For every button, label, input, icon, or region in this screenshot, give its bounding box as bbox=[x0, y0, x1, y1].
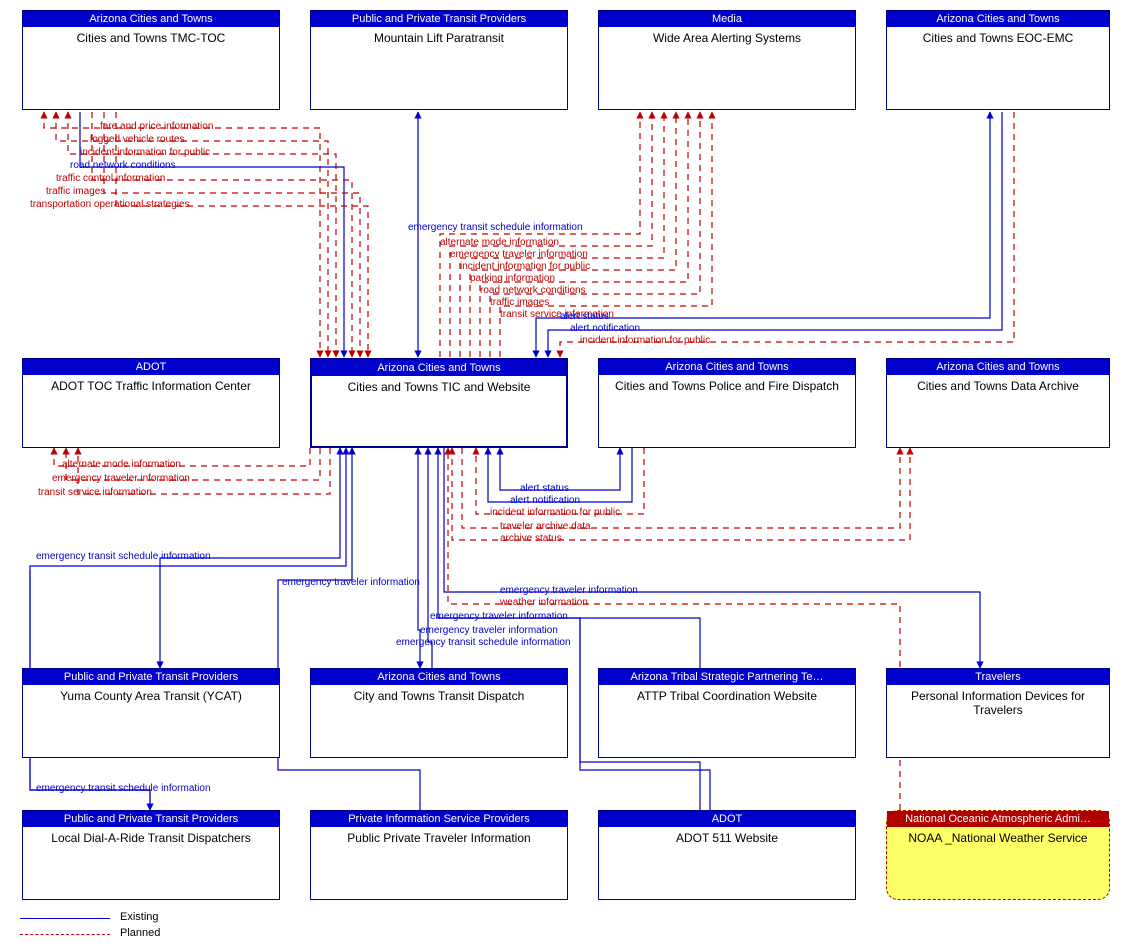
box-header: Media bbox=[599, 11, 855, 27]
box-dial-a-ride[interactable]: Public and Private Transit Providers Loc… bbox=[22, 810, 280, 900]
box-body: Cities and Towns Police and Fire Dispatc… bbox=[599, 375, 855, 393]
box-body: Local Dial-A-Ride Transit Dispatchers bbox=[23, 827, 279, 845]
box-adot-511[interactable]: ADOT ADOT 511 Website bbox=[598, 810, 856, 900]
flow-label: incident information for public bbox=[580, 335, 710, 346]
box-body: City and Towns Transit Dispatch bbox=[311, 685, 567, 703]
box-body: ADOT 511 Website bbox=[599, 827, 855, 845]
box-header: Travelers bbox=[887, 669, 1109, 685]
box-header: Arizona Cities and Towns bbox=[887, 11, 1109, 27]
box-pidt[interactable]: Travelers Personal Information Devices f… bbox=[886, 668, 1110, 758]
flow-label: emergency transit schedule information bbox=[36, 551, 211, 562]
flow-label: alert status bbox=[560, 311, 609, 322]
flow-label: emergency traveler information bbox=[52, 473, 190, 484]
flow-label: emergency transit schedule information bbox=[408, 222, 583, 233]
box-header: Public and Private Transit Providers bbox=[311, 11, 567, 27]
box-adot-toc[interactable]: ADOT ADOT TOC Traffic Information Center bbox=[22, 358, 280, 448]
legend-label-planned: Planned bbox=[120, 927, 160, 939]
box-tmc-toc[interactable]: Arizona Cities and Towns Cities and Town… bbox=[22, 10, 280, 110]
box-body: Cities and Towns Data Archive bbox=[887, 375, 1109, 393]
box-header: Arizona Cities and Towns bbox=[23, 11, 279, 27]
flow-label: incident information for public bbox=[460, 261, 590, 272]
box-private-info[interactable]: Private Information Service Providers Pu… bbox=[310, 810, 568, 900]
box-mountain-lift[interactable]: Public and Private Transit Providers Mou… bbox=[310, 10, 568, 110]
diagram-canvas: Arizona Cities and Towns Cities and Town… bbox=[0, 0, 1124, 950]
box-header: Public and Private Transit Providers bbox=[23, 811, 279, 827]
box-body: NOAA _National Weather Service bbox=[887, 827, 1109, 845]
box-header: ADOT bbox=[23, 359, 279, 375]
box-body: Cities and Towns TMC-TOC bbox=[23, 27, 279, 45]
flow-label: traffic images bbox=[46, 186, 105, 197]
flow-label: transportation operational strategies bbox=[30, 199, 190, 210]
flow-label: emergency transit schedule information bbox=[396, 637, 571, 648]
box-header: Arizona Cities and Towns bbox=[312, 360, 566, 376]
box-header: ADOT bbox=[599, 811, 855, 827]
box-header: National Oceanic Atmospheric Admi… bbox=[887, 811, 1109, 827]
box-body: Yuma County Area Transit (YCAT) bbox=[23, 685, 279, 703]
box-body: Personal Information Devices for Travele… bbox=[887, 685, 1109, 717]
box-header: Public and Private Transit Providers bbox=[23, 669, 279, 685]
legend-line-existing bbox=[20, 918, 110, 919]
flow-label: parking information bbox=[470, 273, 555, 284]
flow-label: logged vehicle routes bbox=[90, 134, 185, 145]
legend-line-planned bbox=[20, 934, 110, 935]
box-body: Cities and Towns TIC and Website bbox=[312, 376, 566, 394]
flow-label: weather information bbox=[500, 597, 588, 608]
legend-label-existing: Existing bbox=[120, 911, 159, 923]
flow-label: emergency traveler information bbox=[450, 249, 588, 260]
flow-label: road network conditions bbox=[70, 160, 176, 171]
flow-label: alert notification bbox=[570, 323, 640, 334]
box-noaa[interactable]: National Oceanic Atmospheric Admi… NOAA … bbox=[886, 810, 1110, 900]
box-ycat[interactable]: Public and Private Transit Providers Yum… bbox=[22, 668, 280, 758]
box-body: ADOT TOC Traffic Information Center bbox=[23, 375, 279, 393]
flow-label: fare and price information bbox=[100, 121, 213, 132]
box-data-archive[interactable]: Arizona Cities and Towns Cities and Town… bbox=[886, 358, 1110, 448]
box-header: Arizona Cities and Towns bbox=[311, 669, 567, 685]
flow-label: alert notification bbox=[510, 495, 580, 506]
flow-label: archive status bbox=[500, 533, 562, 544]
box-city-transit-dispatch[interactable]: Arizona Cities and Towns City and Towns … bbox=[310, 668, 568, 758]
flow-label: emergency traveler information bbox=[420, 625, 558, 636]
box-center-tic-website[interactable]: Arizona Cities and Towns Cities and Town… bbox=[310, 358, 568, 448]
flow-label: alternate mode information bbox=[62, 459, 181, 470]
box-header: Private Information Service Providers bbox=[311, 811, 567, 827]
flow-label: alternate mode information bbox=[440, 237, 559, 248]
box-header: Arizona Tribal Strategic Partnering Te… bbox=[599, 669, 855, 685]
flow-label: emergency traveler information bbox=[500, 585, 638, 596]
box-body: Cities and Towns EOC-EMC bbox=[887, 27, 1109, 45]
flow-label: transit service information bbox=[38, 487, 152, 498]
box-police-fire[interactable]: Arizona Cities and Towns Cities and Town… bbox=[598, 358, 856, 448]
box-body: Public Private Traveler Information bbox=[311, 827, 567, 845]
flow-label: incident information for public bbox=[80, 147, 210, 158]
box-eoc-emc[interactable]: Arizona Cities and Towns Cities and Town… bbox=[886, 10, 1110, 110]
flow-label: traveler archive data bbox=[500, 521, 591, 532]
flow-label: emergency traveler information bbox=[430, 611, 568, 622]
box-body: Mountain Lift Paratransit bbox=[311, 27, 567, 45]
flow-label: traffic control information bbox=[56, 173, 165, 184]
box-body: ATTP Tribal Coordination Website bbox=[599, 685, 855, 703]
flow-label: emergency traveler information bbox=[282, 577, 420, 588]
flow-label: incident information for public bbox=[490, 507, 620, 518]
box-body: Wide Area Alerting Systems bbox=[599, 27, 855, 45]
box-media[interactable]: Media Wide Area Alerting Systems bbox=[598, 10, 856, 110]
flow-label: emergency transit schedule information bbox=[36, 783, 211, 794]
flow-label: traffic images bbox=[490, 297, 549, 308]
box-header: Arizona Cities and Towns bbox=[887, 359, 1109, 375]
flow-label: alert status bbox=[520, 483, 569, 494]
flow-label: road network conditions bbox=[480, 285, 586, 296]
box-attp[interactable]: Arizona Tribal Strategic Partnering Te… … bbox=[598, 668, 856, 758]
box-header: Arizona Cities and Towns bbox=[599, 359, 855, 375]
